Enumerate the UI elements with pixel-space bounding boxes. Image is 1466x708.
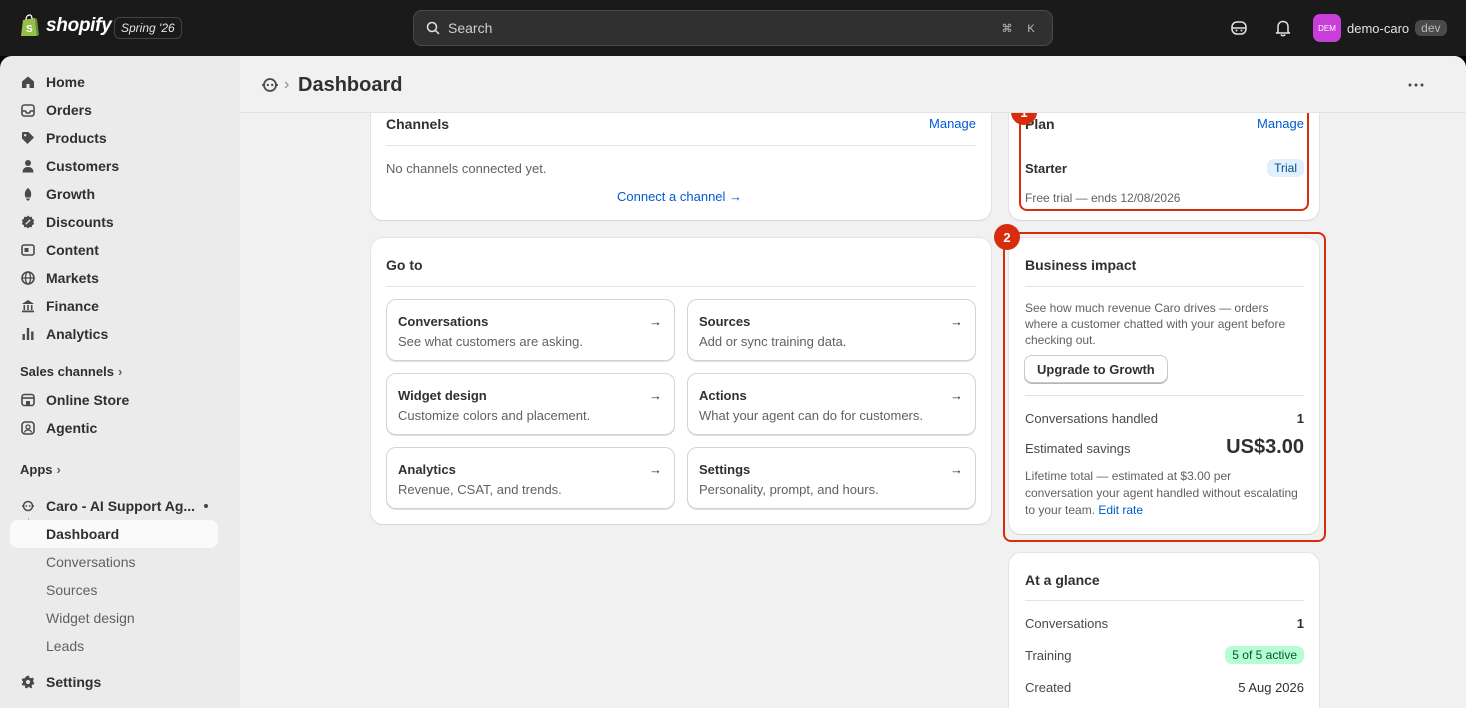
sidebar-item-settings[interactable]: Settings [10,668,218,696]
top-bar: S shopify Spring '26 ⌘ K DEM demo-caro d… [0,0,1466,56]
notifications-button[interactable] [1273,18,1293,38]
sidebar-subitem-leads[interactable]: Leads [10,632,218,652]
at-a-glance-title: At a glance [1025,572,1100,588]
goto-card: Go to Conversations See what customers a… [371,238,991,524]
sidebar-item-finance[interactable]: Finance [10,292,218,320]
search-input[interactable] [448,20,968,36]
sidebar-item-home[interactable]: Home [10,68,218,96]
goto-tile-settings[interactable]: Settings Personality, prompt, and hours.… [687,447,976,509]
page-title: Dashboard [298,74,403,96]
sidebar-item-products[interactable]: Products [10,124,218,152]
sidebar: Home Orders Products Customers Growth Di… [0,56,240,708]
home-icon [20,74,36,90]
person-icon [20,158,36,174]
page-header: › Dashboard [240,56,1466,113]
arrow-right-icon: → [950,314,963,329]
glance-training-label: Training [1025,648,1072,663]
at-a-glance-card: At a glance Conversations 1 Training 5 o… [1009,553,1319,708]
agentic-icon [20,420,36,436]
sidebar-subitem-sources[interactable]: Sources [10,576,218,604]
glance-created-value: 5 Aug 2026 [1238,680,1304,695]
discount-icon [20,214,36,230]
tag-icon [20,130,36,146]
brand-name: shopify [46,15,112,36]
connect-channel-link[interactable]: Connect a channel → [617,189,742,204]
bell-icon [1275,20,1291,37]
glance-conversations-value: 1 [1296,616,1304,631]
more-actions-button[interactable] [1406,78,1426,92]
chevron-right-icon: › [117,364,123,379]
divider [386,286,976,287]
bank-icon [20,298,36,314]
main-content: › Dashboard Channels Manage No channels … [240,56,1466,708]
edition-badge[interactable]: Spring '26 [114,17,182,39]
sidebar-subitem-dashboard[interactable]: Dashboard [10,520,218,548]
sidebar-item-online-store[interactable]: Online Store [10,386,218,414]
orders-icon [20,102,36,118]
arrow-right-icon: → [649,462,662,477]
arrow-right-icon: → [649,388,662,403]
sidebar-subitem-conversations[interactable]: Conversations [10,548,218,576]
arrow-right-icon: → [950,388,963,403]
globe-icon [20,270,36,286]
shopify-logo[interactable]: S shopify [20,14,112,38]
gear-icon [20,674,36,690]
sidebar-scroll-clip: Leads [0,632,240,652]
caro-app-icon [20,498,36,514]
ellipsis-icon [1408,83,1424,87]
search-icon [426,21,440,35]
store-name: demo-caro [1347,20,1410,36]
apps-header[interactable]: Apps › [20,462,61,477]
arrow-right-icon: → [649,314,662,329]
sales-channels-header[interactable]: Sales channels › [20,364,122,379]
glance-created-label: Created [1025,680,1072,695]
goto-title: Go to [386,257,423,273]
goto-tile-sources[interactable]: Sources Add or sync training data. → [687,299,976,361]
app-pinned-dot [204,504,208,508]
training-status-badge: 5 of 5 active [1225,646,1304,664]
divider [386,145,976,146]
chevron-right-icon: › [56,462,61,477]
goto-tile-actions[interactable]: Actions What your agent can do for custo… [687,373,976,435]
sidebar-subitem-widget-design[interactable]: Widget design [10,604,218,632]
search-bar[interactable]: ⌘ K [413,10,1053,46]
sidebar-item-caro-app[interactable]: Caro - AI Support Ag... [10,492,218,520]
sidekick-button[interactable] [1229,18,1249,38]
sidebar-item-analytics[interactable]: Analytics [10,320,218,348]
content-icon [20,242,36,258]
goto-tile-conversations[interactable]: Conversations See what customers are ask… [386,299,675,361]
caro-app-icon [262,78,278,92]
bar-chart-icon [20,326,36,342]
sidekick-icon [1231,21,1247,35]
sidebar-item-discounts[interactable]: Discounts [10,208,218,236]
sidebar-item-orders[interactable]: Orders [10,96,218,124]
shortcut-key: K [1027,23,1035,35]
svg-text:S: S [26,24,33,35]
sidebar-item-customers[interactable]: Customers [10,152,218,180]
store-env-badge: dev [1415,20,1447,36]
breadcrumb-chevron-icon: › [284,76,290,93]
divider [1025,600,1304,601]
goto-tile-analytics[interactable]: Analytics Revenue, CSAT, and trends. → [386,447,675,509]
growth-icon [20,186,36,202]
store-icon [20,392,36,408]
channels-empty-text: No channels connected yet. [386,161,547,176]
step-marker-2: 2 [994,224,1020,250]
store-avatar: DEM [1313,14,1341,42]
store-switcher[interactable]: DEM demo-caro dev [1313,14,1447,42]
sidebar-item-markets[interactable]: Markets [10,264,218,292]
arrow-right-icon: → [950,462,963,477]
glance-conversations-label: Conversations [1025,616,1109,631]
sidebar-item-agentic[interactable]: Agentic [10,414,218,442]
highlight-box-2 [1003,232,1326,542]
shopify-bag-icon: S [21,14,39,36]
channels-manage-link[interactable]: Manage [929,116,976,131]
shortcut-cmd: ⌘ [1001,23,1013,35]
sidebar-item-growth[interactable]: Growth [10,180,218,208]
goto-tile-widget-design[interactable]: Widget design Customize colors and place… [386,373,675,435]
channels-title: Channels [386,116,450,132]
sidebar-item-content[interactable]: Content [10,236,218,264]
